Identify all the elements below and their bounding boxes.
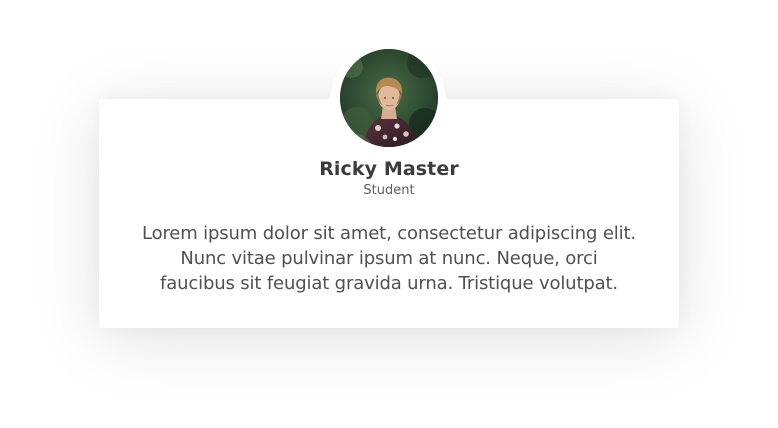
testimonial-quote: Lorem ipsum dolor sit amet, consectetur …: [142, 223, 636, 294]
person-role: Student: [363, 183, 415, 198]
testimonial-stage: Ricky Master Student Lorem ipsum dolor s…: [0, 0, 778, 428]
avatar: [340, 49, 438, 147]
person-name: Ricky Master: [319, 158, 459, 180]
person-photo-icon: [340, 49, 438, 147]
